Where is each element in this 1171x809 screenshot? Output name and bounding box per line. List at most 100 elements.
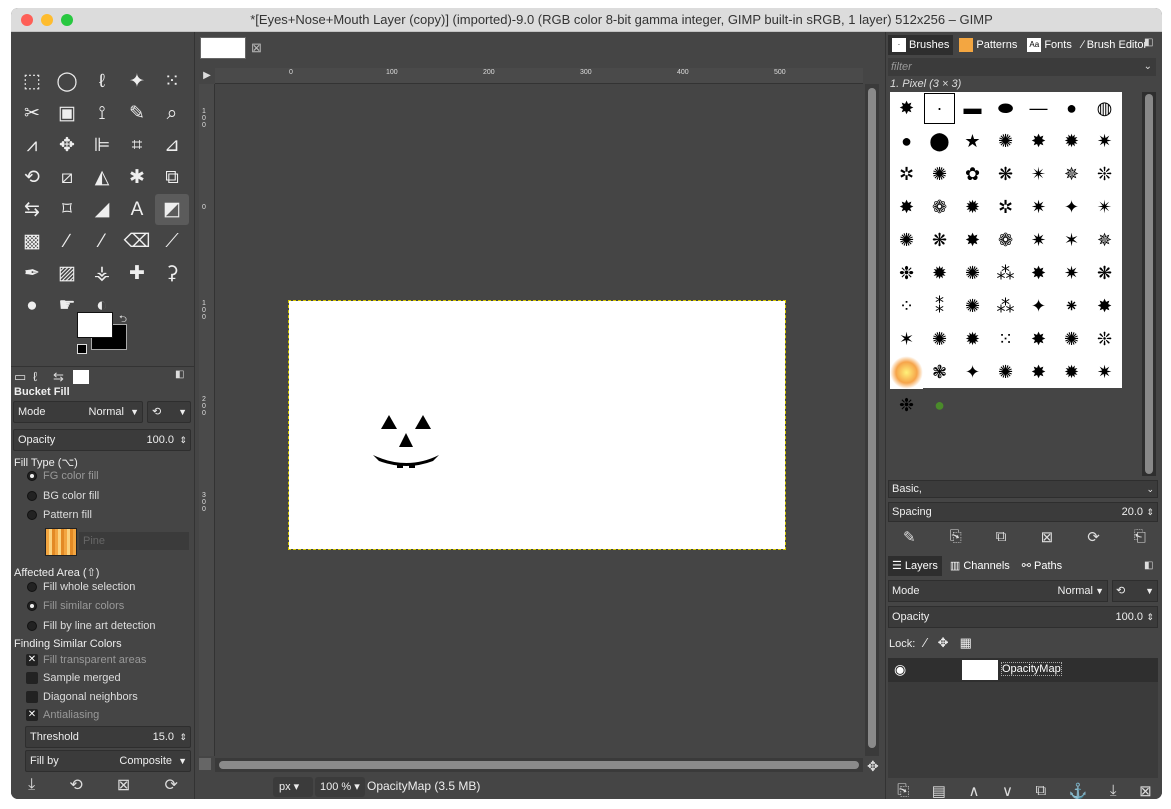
reset-options-icon[interactable]: ⟳	[164, 775, 177, 795]
brush-thumbnail[interactable]: ⁕	[1055, 290, 1088, 323]
brush-thumbnail[interactable]: ❋	[923, 224, 956, 257]
delete-layer-icon[interactable]: ⊠	[1139, 782, 1152, 799]
swap-colors-icon[interactable]: ⮌	[119, 312, 127, 329]
lower-layer-icon[interactable]: ∨	[1002, 782, 1013, 799]
pattern-swatch[interactable]	[45, 528, 77, 556]
align-icon[interactable]: ⊫	[85, 130, 119, 161]
brush-thumbnail[interactable]: ·	[923, 92, 956, 125]
brush-thumbnail[interactable]: ❊	[1088, 158, 1121, 191]
navigate-icon[interactable]: ✥	[867, 758, 879, 775]
brush-thumbnail[interactable]: ✸	[1022, 125, 1055, 158]
brush-thumbnail[interactable]: ⁂	[989, 290, 1022, 323]
rotate-icon[interactable]: ⟲	[15, 162, 49, 193]
brush-thumbnail[interactable]: ❋	[989, 158, 1022, 191]
brush-thumbnail[interactable]: ✿	[956, 158, 989, 191]
duplicate-layer-icon[interactable]: ⧉	[1035, 782, 1046, 799]
brush-thumbnail[interactable]: ✸	[1022, 323, 1055, 356]
zoom-window-button[interactable]	[61, 14, 73, 26]
unified-transform-icon[interactable]: ⊿	[155, 130, 189, 161]
tab-paths[interactable]: ⚯ Paths	[1018, 556, 1066, 576]
opacity-slider[interactable]: Opacity 100.0 ⇕	[13, 429, 191, 451]
brush-thumbnail[interactable]: ✺	[923, 158, 956, 191]
lock-alpha-icon[interactable]: ▦	[960, 635, 972, 650]
zoom-select[interactable]: 100 % ▾	[315, 777, 365, 797]
warp-transform-icon[interactable]: ✱	[120, 162, 154, 193]
stepper-icon[interactable]: ⇕	[1146, 607, 1154, 627]
new-brush-icon[interactable]: ⎘	[950, 528, 962, 546]
stepper-icon[interactable]: ⇕	[179, 430, 187, 450]
close-window-button[interactable]	[21, 14, 33, 26]
tab-channels[interactable]: ▥ Channels	[946, 556, 1014, 576]
layer-opacity-slider[interactable]: Opacity 100.0 ⇕	[888, 606, 1158, 628]
brush-thumbnail[interactable]: ✹	[956, 191, 989, 224]
image-canvas[interactable]	[288, 300, 786, 550]
clone-icon[interactable]: ⚶	[85, 258, 119, 289]
brush-thumbnail[interactable]: ✸	[1022, 356, 1055, 389]
toggle-quick-mask-icon[interactable]	[199, 758, 211, 770]
brush-thumbnail[interactable]: ⬤	[923, 125, 956, 158]
undo-history-tab-icon[interactable]: ⇆	[53, 369, 64, 385]
tab-brush-editor[interactable]: ∕ Brush Editor	[1078, 35, 1151, 55]
brush-thumbnail[interactable]: ❉	[890, 389, 923, 422]
refresh-brushes-icon[interactable]: ⟳	[1087, 528, 1100, 546]
brush-scrollbar[interactable]	[1142, 92, 1156, 476]
brush-thumbnail[interactable]: ✺	[956, 257, 989, 290]
crop-icon[interactable]: ⌗	[120, 130, 154, 161]
device-status-tab-icon[interactable]: ℓ	[33, 369, 37, 384]
perspective-icon[interactable]: ◭	[85, 162, 119, 193]
brush-thumbnail[interactable]: ✺	[989, 356, 1022, 389]
measure-icon[interactable]: ⩘	[15, 130, 49, 161]
default-colors-icon[interactable]	[77, 344, 87, 354]
brush-thumbnail[interactable]: ✶	[890, 323, 923, 356]
brush-thumbnail[interactable]: ✦	[956, 356, 989, 389]
bucket-fill-icon[interactable]: ◩	[155, 194, 189, 225]
canvas-area[interactable]	[215, 84, 863, 756]
brush-thumbnail[interactable]: ✸	[956, 224, 989, 257]
delete-options-icon[interactable]: ⊠	[117, 775, 130, 795]
blur-icon[interactable]: ●	[15, 290, 49, 321]
brush-thumbnail[interactable]: ✸	[1022, 257, 1055, 290]
anchor-layer-icon[interactable]: ⚓	[1069, 782, 1088, 799]
brush-thumbnail[interactable]: ✦	[1022, 290, 1055, 323]
layer-row[interactable]: ◉ OpacityMap	[888, 658, 1158, 682]
brush-thumbnail[interactable]: ▬	[956, 92, 989, 125]
brush-thumbnail[interactable]: ✦	[1055, 191, 1088, 224]
brush-thumbnail[interactable]: ✷	[1022, 224, 1055, 257]
restore-options-icon[interactable]: ⟲	[69, 775, 82, 795]
smudge-warp-icon[interactable]: ◢	[85, 194, 119, 225]
brush-thumbnail[interactable]: ❊	[1088, 323, 1121, 356]
scissors-select-icon[interactable]: ✂	[15, 98, 49, 129]
close-tab-icon[interactable]: ⊠	[251, 40, 262, 56]
layer-mode-reset[interactable]: ⟲ ▼	[1112, 580, 1158, 602]
ellipse-select-icon[interactable]: ◯	[50, 66, 84, 97]
cage-transform-icon[interactable]: ⌑	[50, 194, 84, 225]
brush-thumbnail[interactable]: ✺	[890, 224, 923, 257]
brush-thumbnail[interactable]: ●	[890, 125, 923, 158]
brush-filter-input[interactable]: filter ⌄	[888, 58, 1156, 76]
brush-thumbnail[interactable]: ✸	[1088, 290, 1121, 323]
brush-thumbnail[interactable]: ✶	[1055, 224, 1088, 257]
brush-thumbnail[interactable]: ❉	[890, 257, 923, 290]
tab-layers[interactable]: ☰ Layers	[888, 556, 942, 576]
pencil-icon[interactable]: ∕	[50, 226, 84, 257]
horizontal-ruler[interactable]: 0 100 200 300 400 500	[215, 68, 863, 84]
gradient-icon[interactable]: ▩	[15, 226, 49, 257]
tool-options-tab-icon[interactable]: ▭	[14, 369, 26, 385]
brush-thumbnail[interactable]: ❃	[923, 356, 956, 389]
flip-icon[interactable]: ⇆	[15, 194, 49, 225]
threshold-slider[interactable]: Threshold 15.0 ⇕	[25, 726, 191, 748]
brush-thumbnail[interactable]: ✸	[890, 191, 923, 224]
spacing-slider[interactable]: Spacing 20.0 ⇕	[888, 502, 1158, 522]
dock-menu-icon[interactable]: ◧	[1144, 37, 1153, 48]
mypaint-brush-icon[interactable]: ▨	[50, 258, 84, 289]
vertical-scrollbar[interactable]	[865, 84, 879, 756]
perspective-clone-icon[interactable]: ⚳	[155, 258, 189, 289]
edit-brush-icon[interactable]: ✎	[903, 528, 916, 546]
brush-grid[interactable]: ✸ · ▬ ⬬ — ● ◍ ● ⬤ ★ ✺ ✸ ✹ ✷ ✲ ✺ ✿ ❋ ✴ ✵ ❊ ✸ ❁ ✹ ✲ ✷ ✦ ✴ ✺ ❋ ✸ ❁ ✷ ✶ ✵ ❉ ✹ ✺ ⁂ ✸…	[890, 92, 1122, 415]
select-by-color-icon[interactable]: ⁙	[155, 66, 189, 97]
rect-select-icon[interactable]: ⬚	[15, 66, 49, 97]
brush-thumbnail[interactable]: ✲	[989, 191, 1022, 224]
brush-thumbnail[interactable]: ✺	[1055, 323, 1088, 356]
new-layer-group-icon[interactable]: ▤	[932, 782, 946, 799]
brush-thumbnail[interactable]: ✹	[956, 323, 989, 356]
